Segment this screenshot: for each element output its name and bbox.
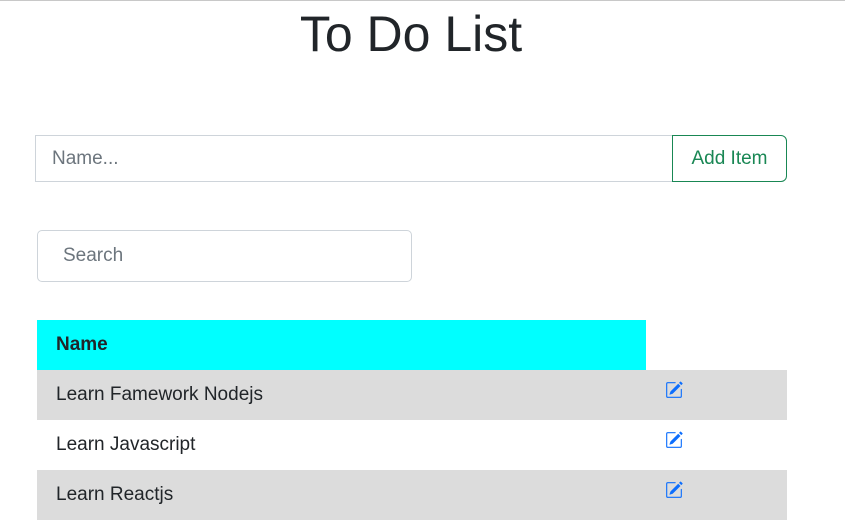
action-cell (646, 420, 787, 470)
top-divider (0, 0, 845, 1)
todo-table: Name Learn Famework Nodejs Learn Javascr… (37, 320, 787, 520)
name-input[interactable] (35, 135, 672, 182)
action-cell (646, 370, 787, 420)
column-header-actions (646, 320, 787, 370)
todo-name-cell: Learn Famework Nodejs (37, 370, 646, 420)
edit-icon[interactable] (665, 431, 683, 449)
edit-icon[interactable] (665, 481, 683, 499)
table-header-row: Name (37, 320, 787, 370)
column-header-name: Name (37, 320, 646, 370)
table-row: Learn Famework Nodejs (37, 370, 787, 420)
table-row: Learn Reactjs (37, 470, 787, 520)
search-input[interactable] (37, 230, 412, 282)
todo-name-cell: Learn Javascript (56, 434, 196, 455)
table-row: Learn Javascript (37, 420, 787, 470)
page-title: To Do List (299, 6, 523, 62)
action-cell (646, 470, 787, 520)
add-item-button[interactable]: Add Item (672, 135, 787, 182)
todo-name-cell: Learn Reactjs (37, 470, 646, 520)
add-item-form: Add Item (35, 135, 787, 182)
edit-icon[interactable] (665, 381, 683, 399)
